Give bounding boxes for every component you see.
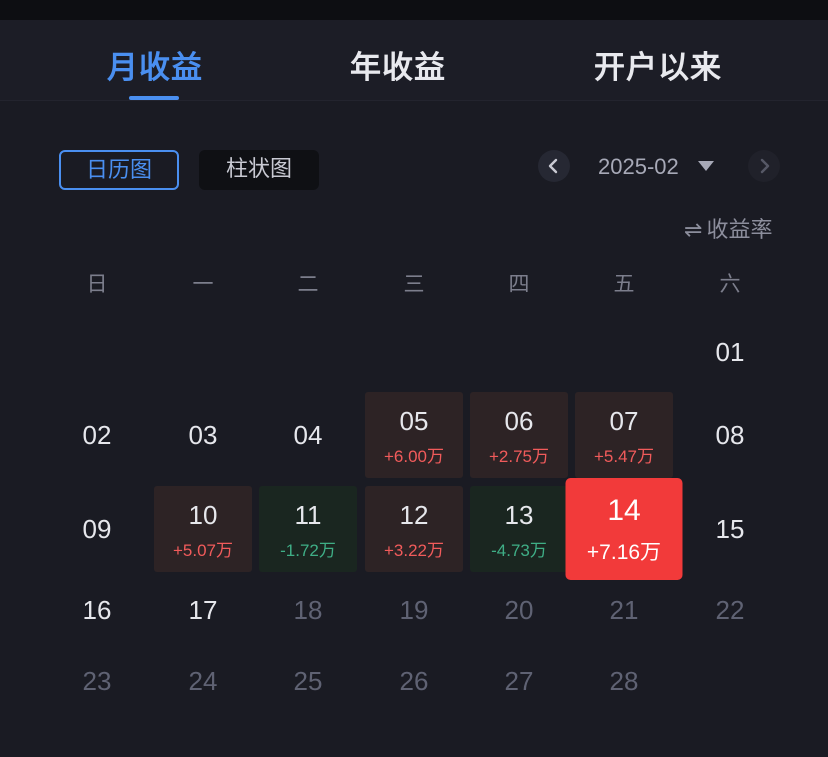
- calendar-day-loss[interactable]: 13 -4.73万: [470, 486, 568, 572]
- calendar-day-gain[interactable]: 07 +5.47万: [575, 392, 673, 478]
- calendar-day-future: 21: [609, 595, 639, 625]
- calendar-day-loss[interactable]: 11 -1.72万: [259, 486, 357, 572]
- calendar-day-future: 20: [504, 595, 534, 625]
- active-tab-indicator: [129, 96, 179, 100]
- calendar-day[interactable]: 15: [681, 514, 779, 544]
- metric-switch-label: 收益率: [706, 217, 773, 242]
- calendar-day-future: 23: [82, 666, 112, 696]
- calendar-day[interactable]: 02: [48, 420, 146, 450]
- daily-loss: -1.72万: [280, 541, 336, 560]
- calendar-day-selected[interactable]: 14 +7.16万: [565, 478, 683, 580]
- calendar-day-future: 19: [399, 595, 429, 625]
- calendar-day-future: 24: [188, 666, 218, 696]
- calendar-day-gain[interactable]: 12 +3.22万: [365, 486, 463, 572]
- prev-month-button[interactable]: [538, 150, 570, 182]
- daily-loss: -4.73万: [491, 541, 547, 560]
- daily-profit: +7.16万: [586, 541, 662, 564]
- daily-profit: +5.07万: [172, 541, 233, 560]
- weekday-sun: 日: [86, 273, 108, 296]
- weekday-tue: 二: [297, 273, 319, 296]
- calendar-day[interactable]: 09: [48, 514, 146, 544]
- calendar-day[interactable]: 04: [259, 420, 357, 450]
- tab-monthly[interactable]: 月收益: [35, 42, 275, 87]
- calendar-day[interactable]: 17: [154, 595, 252, 625]
- daily-profit: +3.22万: [383, 541, 444, 560]
- month-selector[interactable]: 2025-02: [598, 154, 679, 180]
- calendar-day[interactable]: 16: [48, 595, 146, 625]
- calendar-day-gain[interactable]: 06 +2.75万: [470, 392, 568, 478]
- calendar-day[interactable]: 08: [681, 420, 779, 450]
- next-month-button[interactable]: [748, 150, 780, 182]
- daily-profit: +6.00万: [383, 447, 444, 466]
- bar-view-button[interactable]: 柱状图: [199, 150, 319, 190]
- calendar-day[interactable]: 01: [681, 337, 779, 367]
- weekday-thu: 四: [508, 273, 530, 296]
- calendar-day-future: 26: [399, 666, 429, 696]
- weekday-wed: 三: [403, 273, 425, 296]
- chevron-right-icon: [760, 158, 770, 174]
- calendar-view-button[interactable]: 日历图: [59, 150, 179, 190]
- status-bar: [0, 0, 828, 20]
- metric-switch[interactable]: ⇌ 收益率: [684, 212, 772, 244]
- calendar-day-gain[interactable]: 10 +5.07万: [154, 486, 252, 572]
- daily-profit: +5.47万: [593, 447, 654, 466]
- calendar-day-future: 25: [293, 666, 323, 696]
- calendar-day-gain[interactable]: 05 +6.00万: [365, 392, 463, 478]
- swap-icon: ⇌: [684, 217, 703, 242]
- tab-since-opening[interactable]: 开户以来: [538, 42, 778, 87]
- daily-profit: +2.75万: [488, 447, 549, 466]
- weekday-fri: 五: [613, 273, 635, 296]
- weekday-mon: 一: [192, 273, 214, 296]
- weekday-sat: 六: [719, 273, 741, 296]
- caret-down-icon[interactable]: [698, 161, 714, 171]
- calendar-day[interactable]: 03: [154, 420, 252, 450]
- tab-yearly[interactable]: 年收益: [278, 42, 518, 87]
- chevron-left-icon: [548, 158, 558, 174]
- calendar-day-future: 27: [504, 666, 534, 696]
- period-tabs: 月收益 年收益 开户以来: [0, 20, 828, 101]
- calendar-day-future: 22: [715, 595, 745, 625]
- calendar-day-future: 28: [609, 666, 639, 696]
- calendar-day-future: 18: [293, 595, 323, 625]
